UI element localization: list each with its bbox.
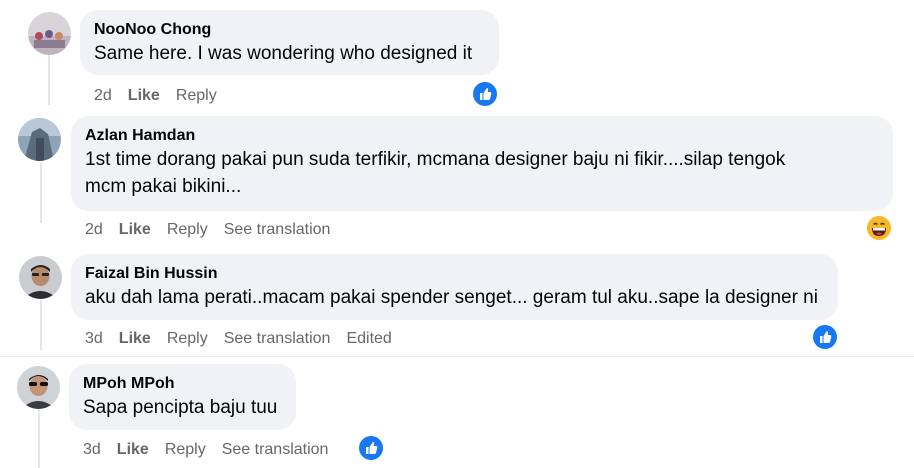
comment-author[interactable]: NooNoo Chong: [94, 20, 485, 40]
avatar[interactable]: [19, 256, 62, 299]
avatar[interactable]: [18, 118, 61, 161]
comment-actions: 2d Like Reply: [94, 86, 233, 106]
comment-text: Same here. I was wondering who designed …: [94, 43, 473, 64]
comment-text: 1st time dorang pakai pun suda terfikir,…: [85, 149, 786, 170]
divider: [0, 356, 914, 357]
comment-bubble: NooNoo Chong Same here. I was wondering …: [80, 10, 499, 75]
thread-line: [48, 55, 50, 105]
like-button[interactable]: Like: [119, 220, 151, 240]
comment-bubble: MPoh MPoh Sapa pencipta baju tuu: [69, 364, 296, 430]
comment-bubble: Azlan Hamdan 1st time dorang pakai pun s…: [71, 116, 893, 211]
thread-line: [40, 300, 42, 350]
comment-timestamp[interactable]: 2d: [85, 220, 103, 240]
reply-button[interactable]: Reply: [167, 329, 208, 349]
like-button[interactable]: Like: [117, 440, 149, 460]
comment-timestamp[interactable]: 2d: [94, 86, 112, 106]
reply-button[interactable]: Reply: [167, 220, 208, 240]
comment-timestamp[interactable]: 3d: [85, 329, 103, 349]
avatar[interactable]: [28, 12, 71, 55]
reply-button[interactable]: Reply: [176, 86, 217, 106]
comment-actions: 3d Like Reply See translation: [83, 440, 344, 460]
like-button[interactable]: Like: [119, 329, 151, 349]
comment-timestamp[interactable]: 3d: [83, 440, 101, 460]
like-icon[interactable]: [473, 82, 497, 106]
comment-text: aku dah lama perati..macam pakai spender…: [85, 287, 818, 308]
comment-bubble: Faizal Bin Hussin aku dah lama perati..m…: [71, 254, 838, 320]
comment-actions: 3d Like Reply See translation Edited: [85, 329, 408, 349]
thread-line: [38, 410, 40, 468]
see-translation-link[interactable]: See translation: [224, 220, 331, 240]
like-icon[interactable]: [813, 325, 837, 349]
edited-label: Edited: [346, 330, 392, 347]
comment-author[interactable]: Azlan Hamdan: [85, 126, 879, 146]
like-icon[interactable]: [359, 436, 383, 460]
avatar[interactable]: [17, 366, 60, 409]
see-translation-link[interactable]: See translation: [224, 329, 331, 349]
comment-author[interactable]: Faizal Bin Hussin: [85, 264, 824, 284]
comment-author[interactable]: MPoh MPoh: [83, 374, 282, 394]
comment-text: mcm pakai bikini...: [85, 176, 242, 197]
grinning-face-icon[interactable]: [867, 216, 891, 240]
thread-line: [40, 163, 42, 223]
see-translation-link[interactable]: See translation: [222, 440, 329, 460]
comment-text: Sapa pencipta baju tuu: [83, 397, 278, 418]
comment-actions: 2d Like Reply See translation: [85, 220, 346, 240]
like-button[interactable]: Like: [128, 86, 160, 106]
reply-button[interactable]: Reply: [165, 440, 206, 460]
